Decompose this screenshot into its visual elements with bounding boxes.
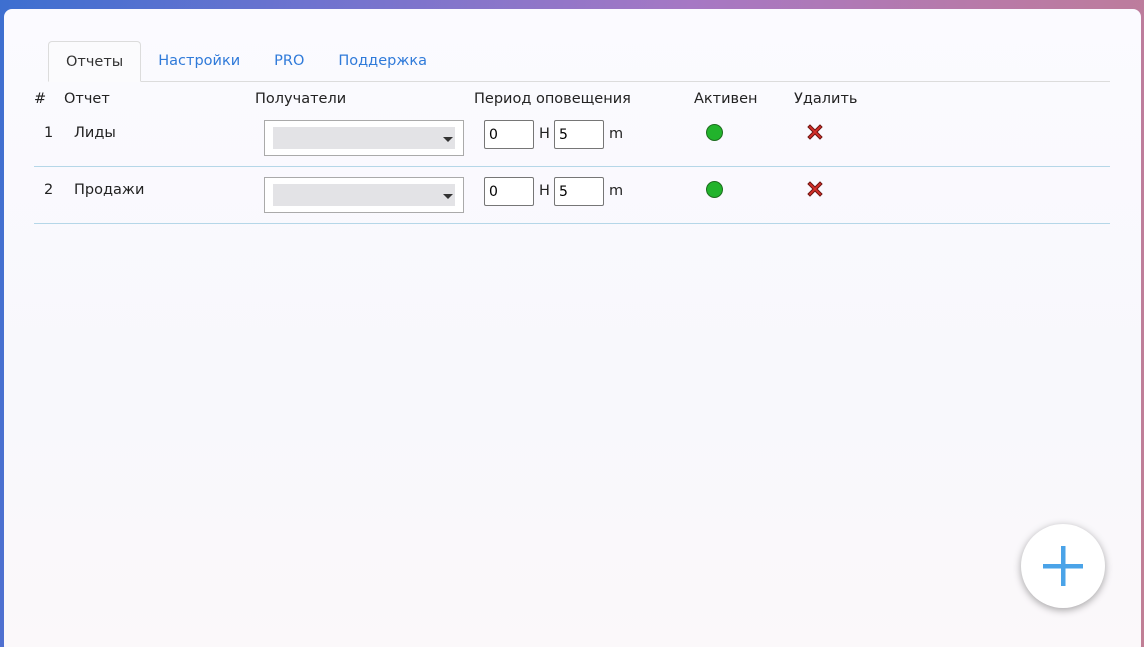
dropdown-caret-icon	[443, 137, 453, 142]
status-dot-icon[interactable]	[706, 124, 723, 141]
header-recipients: Получатели	[255, 91, 347, 107]
row-report-name: Продажи	[74, 182, 145, 198]
hours-unit: H	[539, 183, 550, 199]
minutes-unit: m	[609, 183, 624, 199]
header-delete: Удалить	[794, 91, 858, 107]
recipients-select[interactable]	[264, 120, 464, 156]
recipients-select-value	[273, 127, 455, 149]
table-row: 2 Продажи H m	[34, 166, 1110, 224]
header-period: Период оповещения	[474, 91, 631, 107]
add-report-button[interactable]	[1021, 524, 1105, 608]
red-x-icon[interactable]	[805, 122, 825, 142]
row-index: 2	[44, 182, 54, 198]
header-index: #	[34, 91, 47, 107]
hours-input[interactable]	[484, 120, 534, 149]
recipients-select-value	[273, 184, 455, 206]
tab-reports[interactable]: Отчеты	[48, 41, 142, 82]
tab-bar: Отчеты Настройки PRO Поддержка	[48, 40, 1110, 82]
header-active: Активен	[694, 91, 758, 107]
tab-support[interactable]: Поддержка	[321, 41, 444, 81]
hours-unit: H	[539, 126, 550, 142]
minutes-unit: m	[609, 126, 624, 142]
table-row: 1 Лиды H m	[34, 109, 1110, 167]
row-index: 1	[44, 125, 54, 141]
tab-settings[interactable]: Настройки	[141, 41, 257, 81]
tab-pro[interactable]: PRO	[257, 41, 321, 81]
plus-icon	[1043, 546, 1083, 586]
minutes-input[interactable]	[554, 120, 604, 149]
status-dot-icon[interactable]	[706, 181, 723, 198]
recipients-select[interactable]	[264, 177, 464, 213]
row-report-name: Лиды	[74, 125, 116, 141]
minutes-input[interactable]	[554, 177, 604, 206]
dropdown-caret-icon	[443, 194, 453, 199]
main-panel: Отчеты Настройки PRO Поддержка # Отчет П…	[4, 9, 1141, 647]
red-x-icon[interactable]	[805, 179, 825, 199]
header-report: Отчет	[64, 91, 110, 107]
hours-input[interactable]	[484, 177, 534, 206]
